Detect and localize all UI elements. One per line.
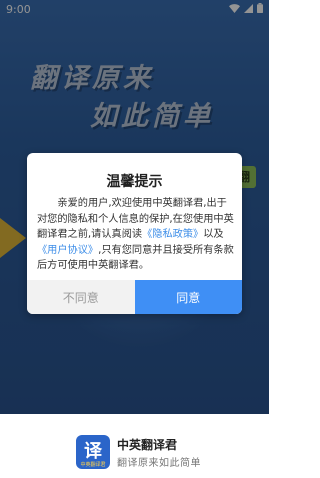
user-agreement-link[interactable]: 《用户协议》 (37, 245, 98, 256)
message-text-and: 以及 (203, 229, 224, 241)
dialog-buttons: 不同意 同意 (27, 280, 242, 314)
app-tagline: 翻译原来如此简单 (117, 458, 201, 469)
agree-button[interactable]: 同意 (134, 280, 242, 314)
dialog-title: 温馨提示 (106, 174, 163, 190)
logo-glyph: 译 (84, 441, 102, 462)
app-name: 中英翻译君 (117, 438, 178, 452)
dialog-message: 亲爱的用户,欢迎使用中英翻译君,出于对您的隐私和个人信息的保护,在您使用中英翻译… (37, 196, 234, 274)
app-logo: 译 中英翻译君 (76, 435, 110, 469)
privacy-policy-link[interactable]: 《隐私政策》 (142, 229, 203, 240)
logo-caption: 中英翻译君 (80, 462, 106, 468)
disagree-button[interactable]: 不同意 (27, 280, 135, 314)
privacy-dialog: 温馨提示 亲爱的用户,欢迎使用中英翻译君,出于对您的隐私和个人信息的保护,在您使… (27, 153, 242, 314)
